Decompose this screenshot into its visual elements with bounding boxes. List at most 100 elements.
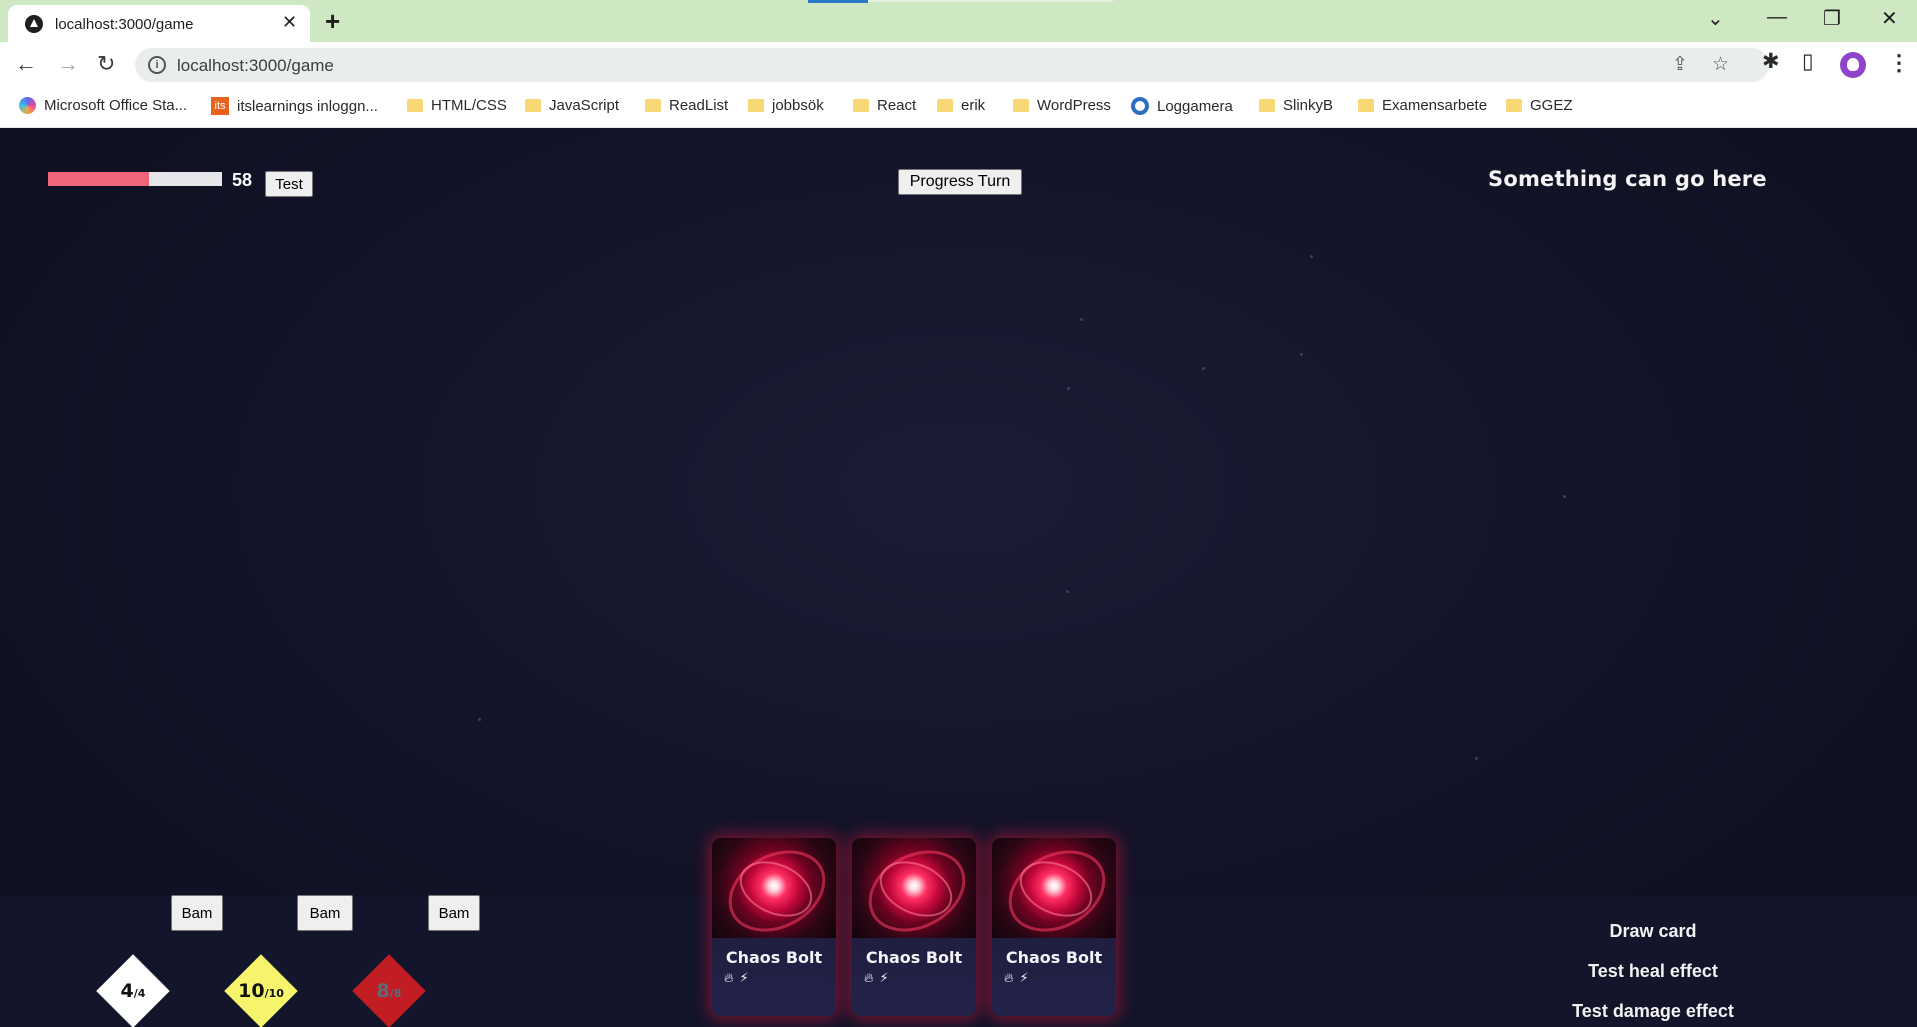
microsoft-office-icon <box>19 97 36 114</box>
draw-card-button[interactable]: Draw card <box>1553 921 1753 942</box>
bam-button-2[interactable]: Bam <box>297 895 353 931</box>
favicon-icon <box>25 15 43 33</box>
bookmark-item[interactable]: Examensarbete <box>1358 97 1487 114</box>
hand-card-3[interactable]: Chaos Bolt 🔥︎ ⚡︎ <box>992 838 1116 1016</box>
folder-icon <box>1358 99 1374 112</box>
side-panel-icon[interactable]: ▯ <box>1802 49 1814 74</box>
chaos-bolt-art <box>992 838 1116 938</box>
bookmark-item[interactable]: SlinkyB <box>1259 97 1333 114</box>
close-tab-icon[interactable]: ✕ <box>282 12 297 33</box>
active-tab[interactable]: localhost:3000/game ✕ <box>8 5 310 42</box>
health-bar <box>48 172 222 186</box>
bookmark-star-icon[interactable]: ☆ <box>1712 53 1729 76</box>
bookmark-item[interactable]: React <box>853 97 916 114</box>
share-icon[interactable]: ⇪ <box>1672 53 1688 76</box>
extensions-icon[interactable]: ✱ <box>1762 49 1780 74</box>
health-value: 58 <box>232 170 253 190</box>
bookmark-item[interactable]: WordPress <box>1013 97 1111 114</box>
close-window-icon[interactable]: ✕ <box>1881 6 1898 31</box>
background-star <box>1066 590 1069 593</box>
resource-gem-label: 4/4 <box>93 954 173 1027</box>
profile-avatar[interactable] <box>1840 52 1866 78</box>
bookmark-item[interactable]: ReadList <box>645 97 728 114</box>
loggamera-icon <box>1131 97 1149 115</box>
bookmark-label: WordPress <box>1037 97 1111 114</box>
lightning-icon: ⚡︎ <box>739 970 749 985</box>
bookmarks-bar: Microsoft Office Sta... its itslearnings … <box>0 88 1917 128</box>
bookmark-label: jobbsök <box>772 97 824 114</box>
resource-gem-label: 10/10 <box>221 954 301 1027</box>
bookmark-item[interactable]: JavaScript <box>525 97 619 114</box>
tab-title: localhost:3000/game <box>55 16 194 33</box>
card-name: Chaos Bolt <box>1005 948 1103 967</box>
lightning-icon: ⚡︎ <box>879 970 889 985</box>
bookmark-label: HTML/CSS <box>431 97 507 114</box>
background-star <box>1563 495 1566 498</box>
game-area: 58 Test Progress Turn Something can go h… <box>0 128 1917 1027</box>
folder-icon <box>407 99 423 112</box>
background-star <box>1300 353 1303 356</box>
card-icons: 🔥︎ ⚡︎ <box>724 970 749 986</box>
bookmark-label: SlinkyB <box>1283 97 1334 114</box>
hand-card-1[interactable]: Chaos Bolt 🔥︎ ⚡︎ <box>712 838 836 1016</box>
bookmark-label: erik <box>961 97 986 114</box>
health-bar-fill <box>48 172 149 186</box>
bookmark-label: React <box>877 97 917 114</box>
address-url[interactable]: localhost:3000/game <box>177 56 334 76</box>
chaos-bolt-art <box>712 838 836 938</box>
folder-icon <box>937 99 953 112</box>
progress-turn-button[interactable]: Progress Turn <box>898 169 1022 195</box>
new-tab-icon[interactable]: + <box>325 6 340 37</box>
background-star <box>1310 255 1313 258</box>
chaos-bolt-art <box>852 838 976 938</box>
fire-icon: 🔥︎ <box>864 970 874 985</box>
fire-icon: 🔥︎ <box>1004 970 1014 985</box>
bookmark-item[interactable]: its itslearnings inloggn... <box>211 97 378 115</box>
tab-strip: localhost:3000/game ✕ + ⌄ — ❐ ✕ <box>0 0 1917 42</box>
resource-current: 10 <box>238 980 265 1002</box>
back-icon[interactable]: ← <box>15 51 37 77</box>
bookmark-item[interactable]: GGEZ <box>1506 97 1573 114</box>
bam-button-1[interactable]: Bam <box>171 895 223 931</box>
background-star <box>478 718 481 721</box>
forward-icon[interactable]: → <box>57 51 79 77</box>
resource-max: /8 <box>389 987 402 1000</box>
bookmark-item[interactable]: HTML/CSS <box>407 97 507 114</box>
bookmark-item[interactable]: Loggamera <box>1131 97 1233 115</box>
resource-current: 8 <box>376 980 390 1002</box>
reload-icon[interactable]: ↻ <box>97 51 115 77</box>
menu-icon[interactable]: ⋮ <box>1888 50 1910 76</box>
background-star <box>1067 387 1070 390</box>
folder-icon <box>1013 99 1029 112</box>
tabstrip-accent-light <box>868 0 1113 2</box>
hand-card-2[interactable]: Chaos Bolt 🔥︎ ⚡︎ <box>852 838 976 1016</box>
card-name: Chaos Bolt <box>725 948 823 967</box>
folder-icon <box>1259 99 1275 112</box>
bookmark-label: Examensarbete <box>1382 97 1488 114</box>
background-star <box>1475 757 1478 760</box>
resource-current: 4 <box>120 980 134 1002</box>
address-bar[interactable]: i localhost:3000/game ⇪ ☆ <box>135 48 1769 82</box>
site-info-icon[interactable]: i <box>148 56 166 74</box>
bookmark-label: itslearnings inloggn... <box>237 97 378 115</box>
bookmark-item[interactable]: Microsoft Office Sta... <box>19 97 187 114</box>
resource-gem-label: 8/8 <box>349 954 429 1027</box>
test-heal-effect-button[interactable]: Test heal effect <box>1553 961 1753 982</box>
card-icons: 🔥︎ ⚡︎ <box>864 970 889 986</box>
card-icons: 🔥︎ ⚡︎ <box>1004 970 1029 986</box>
test-damage-effect-button[interactable]: Test damage effect <box>1553 1001 1753 1022</box>
bookmark-item[interactable]: erik <box>937 97 985 114</box>
tabstrip-accent <box>808 0 868 3</box>
folder-icon <box>645 99 661 112</box>
fire-icon: 🔥︎ <box>724 970 734 985</box>
bookmark-label: Loggamera <box>1157 97 1233 115</box>
bam-button-3[interactable]: Bam <box>428 895 480 931</box>
test-button[interactable]: Test <box>265 171 313 197</box>
bookmark-item[interactable]: jobbsök <box>748 97 824 114</box>
background-star <box>1202 367 1205 370</box>
tab-search-icon[interactable]: ⌄ <box>1707 6 1724 31</box>
bookmark-label: JavaScript <box>549 97 620 114</box>
restore-icon[interactable]: ❐ <box>1823 6 1841 31</box>
minimize-icon[interactable]: — <box>1767 6 1787 29</box>
card-name: Chaos Bolt <box>865 948 963 967</box>
